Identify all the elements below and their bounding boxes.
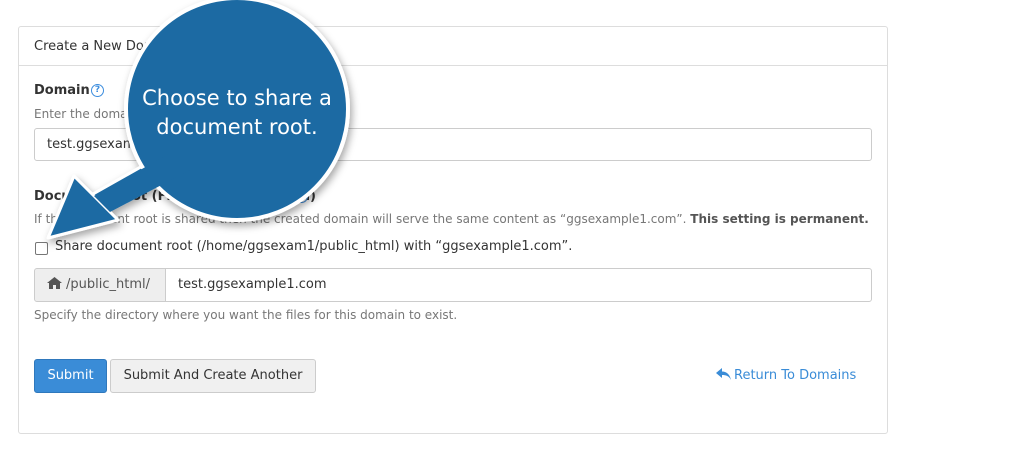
document-root-input[interactable]: test.ggsexample1.com (165, 268, 872, 302)
home-icon (47, 277, 62, 289)
document-root-hint: Specify the directory where you want the… (34, 308, 458, 322)
reply-arrow-icon (716, 368, 731, 380)
document-root-prefix-text: /public_html/ (66, 277, 150, 292)
submit-and-create-another-button[interactable]: Submit And Create Another (110, 359, 316, 393)
share-document-root-label[interactable]: Share document root (/home/ggsexam1/publ… (55, 239, 572, 254)
return-to-domains-label: Return To Domains (734, 368, 857, 383)
panel-heading: Create a New Domain (19, 27, 887, 66)
document-root-help-main: If the document root is shared then the … (34, 212, 687, 226)
document-root-help-text: If the document root is shared then the … (34, 212, 869, 226)
panel-title: Create a New Domain (34, 39, 177, 54)
domain-help-text: Enter the domain that you would like to … (34, 107, 319, 121)
document-root-input-group: /public_html/ test.ggsexample1.com (34, 268, 872, 302)
create-domain-panel: Create a New Domain Domain ? Enter the d… (18, 26, 888, 434)
document-root-prefix: /public_html/ (34, 268, 166, 302)
domain-input[interactable]: test.ggsexample1.com (34, 128, 872, 161)
submit-button[interactable]: Submit (34, 359, 107, 393)
return-to-domains-link[interactable]: Return To Domains (716, 368, 856, 383)
share-document-root-checkbox[interactable] (35, 242, 48, 255)
document-root-label: Document Root (File System Location) (34, 189, 316, 204)
document-root-help-icon[interactable]: ? (295, 190, 308, 203)
domain-help-icon[interactable]: ? (91, 84, 104, 97)
document-root-help-strong: This setting is permanent. (690, 212, 869, 226)
domain-label: Domain (34, 83, 90, 98)
